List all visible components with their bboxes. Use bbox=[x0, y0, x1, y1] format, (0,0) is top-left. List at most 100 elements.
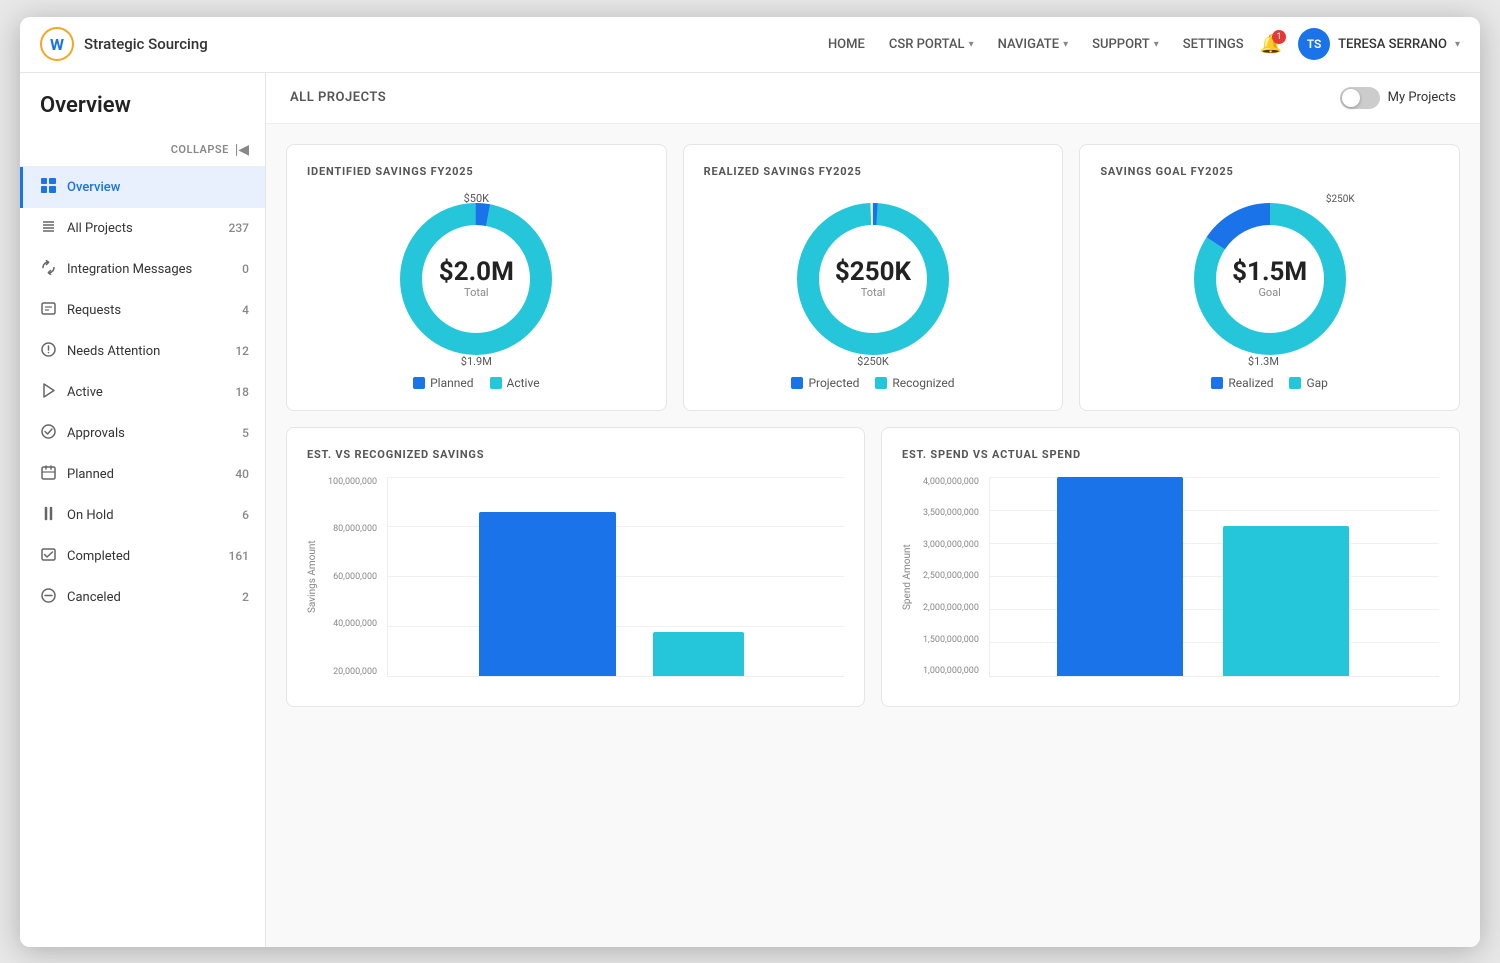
canceled-count: 2 bbox=[242, 590, 249, 604]
legend-dot-projected bbox=[791, 377, 803, 389]
legend-label-recognized: Recognized bbox=[892, 376, 954, 390]
active-icon bbox=[39, 383, 57, 402]
goal-sub-label: Goal bbox=[1232, 286, 1307, 299]
realized-sub-label: Total bbox=[835, 286, 911, 299]
user-name: TERESA SERRANO bbox=[1338, 37, 1447, 52]
on-hold-icon bbox=[39, 506, 57, 525]
nav-home[interactable]: HOME bbox=[828, 37, 865, 52]
main-area: Overview COLLAPSE |◀ Overview bbox=[20, 73, 1480, 947]
y-tick-60m: 60,000,000 bbox=[333, 572, 377, 582]
collapse-button[interactable]: COLLAPSE |◀ bbox=[20, 134, 265, 167]
planned-count: 40 bbox=[235, 467, 249, 481]
top-navigation: W Strategic Sourcing HOME CSR PORTAL ▾ N… bbox=[20, 17, 1480, 73]
sidebar-item-requests[interactable]: Requests 4 bbox=[20, 290, 265, 331]
all-projects-count: 237 bbox=[229, 221, 249, 235]
active-label: Active bbox=[67, 385, 225, 400]
content-header: ALL PROJECTS My Projects bbox=[266, 73, 1480, 124]
canceled-label: Canceled bbox=[67, 590, 232, 605]
section-title: ALL PROJECTS bbox=[290, 90, 386, 105]
my-projects-toggle[interactable]: My Projects bbox=[1340, 87, 1456, 109]
y-axis-label-spend: Spend Amount bbox=[902, 477, 915, 677]
legend-projected: Projected bbox=[791, 376, 859, 390]
toggle-track[interactable] bbox=[1340, 87, 1380, 109]
est-vs-recognized-chart: EST. VS RECOGNIZED SAVINGS Savings Amoun… bbox=[286, 427, 865, 707]
y-axis-values-savings: 100,000,000 80,000,000 60,000,000 40,000… bbox=[328, 477, 383, 677]
content-area: ALL PROJECTS My Projects IDENTIFIED SAVI… bbox=[266, 73, 1480, 947]
annotation-top-identified: $50K bbox=[464, 192, 489, 205]
sidebar-item-planned[interactable]: Planned 40 bbox=[20, 454, 265, 495]
nav-navigate[interactable]: NAVIGATE ▾ bbox=[998, 37, 1068, 52]
sidebar-item-approvals[interactable]: Approvals 5 bbox=[20, 413, 265, 454]
user-dropdown-arrow: ▾ bbox=[1455, 39, 1460, 50]
savings-bar-area bbox=[387, 477, 844, 677]
legend-realized-goal: Realized bbox=[1211, 376, 1273, 390]
y-tick-80m: 80,000,000 bbox=[333, 524, 377, 534]
legend-gap: Gap bbox=[1289, 376, 1327, 390]
y-tick-2b: 2,000,000,000 bbox=[923, 603, 979, 613]
nav-support[interactable]: SUPPORT ▾ bbox=[1092, 37, 1159, 52]
canceled-icon bbox=[39, 588, 57, 607]
completed-icon bbox=[39, 547, 57, 566]
grid-line-4 bbox=[388, 626, 844, 627]
legend-realized: Projected Recognized bbox=[791, 376, 954, 390]
needs-attention-count: 12 bbox=[235, 344, 249, 358]
integration-label: Integration Messages bbox=[67, 262, 232, 277]
notification-badge: 1 bbox=[1272, 30, 1286, 44]
sidebar-item-needs-attention[interactable]: Needs Attention 12 bbox=[20, 331, 265, 372]
notifications-button[interactable]: 🔔 1 bbox=[1260, 34, 1282, 55]
requests-count: 4 bbox=[242, 303, 249, 317]
sidebar-nav: Overview All Projects 237 bbox=[20, 167, 265, 947]
spend-bar-area bbox=[989, 477, 1439, 677]
approvals-count: 5 bbox=[242, 426, 249, 440]
bar-actual-spend bbox=[1223, 526, 1349, 675]
legend-label-active: Active bbox=[507, 376, 540, 390]
nav-settings[interactable]: SETTINGS bbox=[1183, 37, 1244, 52]
annotation-top-goal: $250K bbox=[1326, 194, 1355, 205]
legend-dot-active bbox=[490, 377, 502, 389]
donut-center-identified: $2.0M Total bbox=[439, 258, 514, 300]
nav-right: 🔔 1 TS TERESA SERRANO ▾ bbox=[1260, 28, 1460, 60]
legend-goal: Realized Gap bbox=[1211, 376, 1328, 390]
all-projects-icon bbox=[39, 219, 57, 238]
y-axis-values-spend: 4,000,000,000 3,500,000,000 3,000,000,00… bbox=[923, 477, 985, 677]
legend-identified: Planned Active bbox=[413, 376, 539, 390]
legend-dot-recognized bbox=[875, 377, 887, 389]
overview-icon bbox=[39, 178, 57, 197]
sidebar-item-active[interactable]: Active 18 bbox=[20, 372, 265, 413]
nav-csr-portal[interactable]: CSR PORTAL ▾ bbox=[889, 37, 974, 52]
sidebar-item-canceled[interactable]: Canceled 2 bbox=[20, 577, 265, 618]
planned-label: Planned bbox=[67, 467, 225, 482]
legend-label-realized-goal: Realized bbox=[1228, 376, 1273, 390]
integration-count: 0 bbox=[242, 262, 249, 276]
sidebar-item-on-hold[interactable]: On Hold 6 bbox=[20, 495, 265, 536]
sidebar-item-overview[interactable]: Overview bbox=[20, 167, 265, 208]
realized-savings-donut: $250K Total $250K Projected bbox=[704, 194, 1043, 390]
bar-est-spend bbox=[1057, 477, 1183, 676]
identified-savings-card: IDENTIFIED SAVINGS FY2025 $2.0M Total bbox=[286, 144, 667, 411]
on-hold-count: 6 bbox=[242, 508, 249, 522]
logo-area: W Strategic Sourcing bbox=[40, 27, 812, 61]
csr-portal-dropdown-arrow: ▾ bbox=[969, 39, 974, 50]
completed-count: 161 bbox=[229, 549, 249, 563]
goal-value: $1.5M bbox=[1232, 258, 1307, 287]
donut-wrap-realized: $250K Total $250K bbox=[788, 194, 958, 364]
identified-value: $2.0M bbox=[439, 258, 514, 287]
user-menu-button[interactable]: TS TERESA SERRANO ▾ bbox=[1298, 28, 1460, 60]
grid-line-1 bbox=[388, 477, 844, 478]
legend-label-projected: Projected bbox=[808, 376, 859, 390]
realized-savings-card: REALIZED SAVINGS FY2025 $250K Total bbox=[683, 144, 1064, 411]
legend-recognized: Recognized bbox=[875, 376, 954, 390]
savings-goal-title: SAVINGS GOAL FY2025 bbox=[1100, 165, 1439, 178]
sidebar-item-all-projects[interactable]: All Projects 237 bbox=[20, 208, 265, 249]
collapse-icon: |◀ bbox=[235, 142, 249, 158]
sidebar-item-completed[interactable]: Completed 161 bbox=[20, 536, 265, 577]
support-dropdown-arrow: ▾ bbox=[1154, 39, 1159, 50]
y-tick-4b: 4,000,000,000 bbox=[923, 477, 979, 487]
grid-line-2 bbox=[388, 526, 844, 527]
completed-label: Completed bbox=[67, 549, 219, 564]
my-projects-label: My Projects bbox=[1388, 90, 1456, 105]
y-tick-40m: 40,000,000 bbox=[333, 619, 377, 629]
donut-center-goal: $1.5M Goal bbox=[1232, 258, 1307, 300]
legend-dot-gap bbox=[1289, 377, 1301, 389]
sidebar-item-integration[interactable]: Integration Messages 0 bbox=[20, 249, 265, 290]
